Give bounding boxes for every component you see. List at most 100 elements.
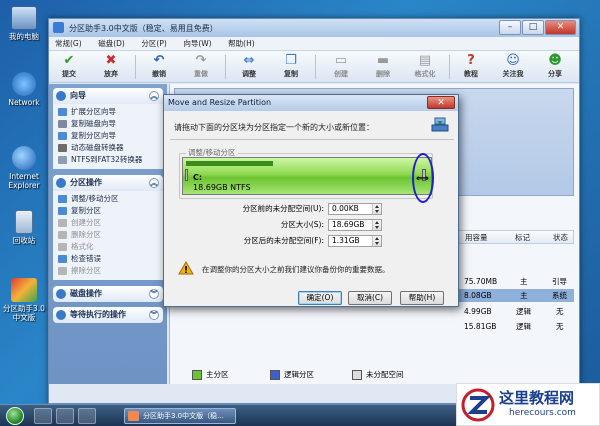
menu-help[interactable]: 帮助(H) xyxy=(228,37,255,51)
sidebar-item-extend-wizard[interactable]: 扩展分区向导 xyxy=(53,106,163,118)
partition-assistant-icon xyxy=(11,278,37,302)
start-button[interactable] xyxy=(6,407,24,425)
section-title: 等待执行的操作 xyxy=(70,310,126,319)
share-icon: ☻ xyxy=(548,53,562,68)
cell-status: 系统 xyxy=(552,291,567,300)
spin-arrows-icon[interactable] xyxy=(372,220,381,230)
legend-swatch xyxy=(352,370,362,380)
app-titlebar[interactable]: 分区助手3.0中文版（稳定、易用且免费） – □ ✕ xyxy=(49,19,579,37)
create-label: 创建 xyxy=(334,70,348,78)
unallocated-after-spinbox[interactable]: 1.31GB xyxy=(328,235,382,247)
watermark-en: herecours.com xyxy=(509,408,576,418)
sidebar-item-copy-disk-wizard[interactable]: 复制磁盘向导 xyxy=(53,118,163,130)
spin-arrows-icon[interactable] xyxy=(372,204,381,214)
partition-info: 18.69GB NTFS xyxy=(193,183,251,192)
spin-value[interactable]: 1.31GB xyxy=(332,236,360,246)
sidebar-item-wipe-partition[interactable]: 擦除分区 xyxy=(53,265,163,277)
col-used-capacity[interactable]: 用容量 xyxy=(465,231,488,245)
menu-partition[interactable]: 分区(P) xyxy=(141,37,166,51)
format-button[interactable]: ▤ 格式化 xyxy=(409,52,441,82)
redo-button[interactable]: ↷ 重做 xyxy=(185,52,217,82)
spin-value[interactable]: 0.00KB xyxy=(332,204,359,214)
menu-wizard[interactable]: 向导(W) xyxy=(183,37,211,51)
submit-button[interactable]: ✔ 提交 xyxy=(53,52,85,82)
dialog-divider xyxy=(170,139,454,140)
sidebar-section-disk-ops[interactable]: 磁盘操作 ︾ xyxy=(53,286,163,302)
cell-flag: 逻辑 xyxy=(516,322,531,331)
desktop-icon-computer[interactable]: 我的电脑 xyxy=(2,6,46,41)
legend-swatch xyxy=(270,370,280,380)
taskbar-app-button[interactable]: 分区助手3.0中文版（稳... xyxy=(124,408,236,424)
create-icon xyxy=(58,219,67,227)
desktop-icon-partition-assistant[interactable]: 分区助手3.0中文版 xyxy=(2,278,46,322)
sidebar-section-pending-ops[interactable]: 等待执行的操作 ︾ xyxy=(53,307,163,323)
quicklaunch-ie[interactable] xyxy=(34,408,52,424)
sidebar-item-label: 复制分区向导 xyxy=(71,131,116,140)
desktop-icon-label: 分区助手3.0中文版 xyxy=(3,304,45,322)
sidebar-section-partition-ops[interactable]: 分区操作 ︽ xyxy=(53,175,163,191)
watermark-logo-icon xyxy=(461,388,495,422)
sidebar-item-check-errors[interactable]: 检查错误 xyxy=(53,253,163,265)
spin-value[interactable]: 18.69GB xyxy=(332,220,364,230)
follow-button[interactable]: ☺ 关注我 xyxy=(497,52,529,82)
ok-button[interactable]: 确定(O) xyxy=(298,291,342,305)
col-status[interactable]: 状态 xyxy=(553,231,568,245)
table-row[interactable]: 15.81GB 逻辑 无 xyxy=(174,320,574,333)
unallocated-before-spinbox[interactable]: 0.00KB xyxy=(328,203,382,215)
maximize-button[interactable]: □ xyxy=(522,20,544,35)
create-button[interactable]: ▭ 创建 xyxy=(325,52,357,82)
sidebar-item-copy-partition[interactable]: 复制分区 xyxy=(53,205,163,217)
computer-icon xyxy=(11,6,37,30)
chevron-up-icon[interactable]: ︽ xyxy=(149,178,159,188)
undo-button[interactable]: ↶ 撤销 xyxy=(143,52,175,82)
quicklaunch-media[interactable] xyxy=(78,408,96,424)
cell-status: 引导 xyxy=(552,277,567,286)
left-resize-handle[interactable] xyxy=(185,169,188,181)
quicklaunch-explorer[interactable] xyxy=(56,408,74,424)
dialog-titlebar[interactable]: Move and Resize Partition ✕ xyxy=(164,95,458,111)
pending-icon xyxy=(56,310,66,320)
col-flag[interactable]: 标记 xyxy=(515,231,530,245)
desktop-icon-network[interactable]: Network xyxy=(2,72,46,107)
partition-size-spinbox[interactable]: 18.69GB xyxy=(328,219,382,231)
partition-used-bar xyxy=(186,161,273,166)
share-button[interactable]: ☻ 分享 xyxy=(539,52,571,82)
cell-flag: 逻辑 xyxy=(516,307,531,316)
discard-button[interactable]: ✖ 放弃 xyxy=(95,52,127,82)
minimize-button[interactable]: – xyxy=(499,20,521,35)
sidebar-item-resize-move[interactable]: 调整/移动分区 xyxy=(53,193,163,205)
tutorial-button[interactable]: ? 教程 xyxy=(455,52,487,82)
copy-button[interactable]: ❐ 复制 xyxy=(275,52,307,82)
resize-icon: ⇔ xyxy=(243,53,255,68)
sidebar-item-create-partition[interactable]: 创建分区 xyxy=(53,217,163,229)
close-button[interactable]: ✕ xyxy=(545,20,576,35)
partition-name: C: xyxy=(193,173,203,182)
menu-disk[interactable]: 磁盘(D) xyxy=(98,37,125,51)
sidebar-item-dynamic-disk[interactable]: 动态磁盘转换器 xyxy=(53,142,163,154)
chevron-down-icon[interactable]: ︾ xyxy=(149,310,159,320)
sidebar-item-copy-partition-wizard[interactable]: 复制分区向导 xyxy=(53,130,163,142)
help-button[interactable]: 帮助(H) xyxy=(400,291,444,305)
resize-button[interactable]: ⇔ 调整 xyxy=(233,52,265,82)
desktop-icon-recycle-bin[interactable]: 回收站 xyxy=(2,210,46,245)
spin-arrows-icon[interactable] xyxy=(372,236,381,246)
dynamic-disk-icon xyxy=(58,144,67,152)
partition-block[interactable]: C: 18.69GB NTFS xyxy=(182,157,432,195)
sidebar-section-wizard[interactable]: 向导 ︽ xyxy=(53,88,163,104)
sidebar-item-ntfs-fat32[interactable]: NTFS到FAT32转换器 xyxy=(53,154,163,166)
copy-icon xyxy=(58,207,67,215)
delete-button[interactable]: ▬ 删除 xyxy=(367,52,399,82)
sidebar-item-delete-partition[interactable]: 删除分区 xyxy=(53,229,163,241)
x-icon: ✖ xyxy=(105,53,117,68)
field-label: 分区前的未分配空间(U): xyxy=(242,204,324,213)
chevron-down-icon[interactable]: ︾ xyxy=(149,289,159,299)
dialog-close-button[interactable]: ✕ xyxy=(427,96,455,109)
chevron-up-icon[interactable]: ︽ xyxy=(149,91,159,101)
cell-used: 8.08GB xyxy=(464,291,492,300)
desktop-icon-ie[interactable]: Internet Explorer xyxy=(2,146,46,190)
sidebar-item-format[interactable]: 格式化 xyxy=(53,241,163,253)
network-icon xyxy=(12,72,36,96)
cancel-button[interactable]: 取消(C) xyxy=(348,291,392,305)
menu-general[interactable]: 常规(G) xyxy=(55,37,82,51)
format-label: 格式化 xyxy=(414,70,436,78)
